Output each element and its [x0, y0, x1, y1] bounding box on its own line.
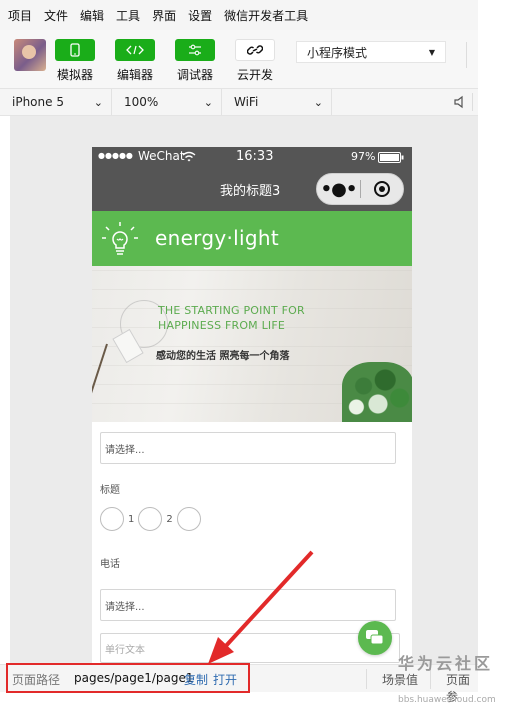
title-label: 标题 — [100, 485, 120, 496]
menu-view[interactable]: 界面 — [152, 7, 176, 24]
text-input[interactable]: 单行文本 — [100, 633, 400, 663]
signal-icon: ●●●●● — [98, 151, 133, 160]
battery-icon — [378, 152, 404, 163]
chat-icon — [366, 630, 384, 645]
nav-title: 我的标题3 — [220, 184, 281, 199]
chevron-down-icon: ⌄ — [203, 95, 213, 109]
chevron-down-icon: ⌄ — [93, 95, 103, 109]
menu-settings[interactable]: 设置 — [188, 7, 212, 24]
bottom-divider — [366, 669, 367, 689]
radio-option-1[interactable] — [100, 507, 124, 531]
cloud-dev-button[interactable]: 云开发 — [231, 39, 279, 83]
debugger-button[interactable]: 调试器 — [171, 39, 219, 83]
simulator-area: ●●●●● WeChat 16:33 97% 我的标题3 •●• energy·… — [10, 116, 478, 664]
editor-label: 编辑器 — [116, 68, 153, 82]
phone-nav-bar: 我的标题3 •●• — [92, 167, 412, 211]
status-time: 16:33 — [236, 149, 274, 164]
wifi-icon — [182, 151, 196, 162]
toolbar: 模拟器 编辑器 调试器 云开发 小程序模式 ▼ — [0, 30, 478, 88]
capsule-menu: •●• — [316, 173, 404, 205]
tagline-line-2: HAPPINESS FROM LIFE — [158, 319, 286, 332]
tagline-line-1: THE STARTING POINT FOR — [158, 304, 305, 317]
zoom-select[interactable]: 100% ⌄ — [112, 89, 222, 115]
cloud-dev-label: 云开发 — [236, 68, 273, 82]
window-margin — [478, 0, 518, 664]
select-field-2[interactable]: 请选择... — [100, 589, 396, 621]
lightbulb-icon — [102, 222, 138, 255]
code-icon — [115, 39, 155, 61]
debug-icon — [175, 39, 215, 61]
annotation-highlight-box — [6, 663, 250, 693]
phone-screen: ●●●●● WeChat 16:33 97% 我的标题3 •●• energy·… — [92, 147, 412, 664]
simulator-button[interactable]: 模拟器 — [51, 39, 99, 83]
device-bar-divider — [472, 93, 473, 111]
more-icon[interactable]: •●• — [317, 179, 360, 200]
editor-button[interactable]: 编辑器 — [111, 39, 159, 83]
form: 请选择... 标题 1 2 电话 请选择... — [92, 422, 412, 644]
brand-name: energy·light — [155, 226, 279, 250]
device-bar: iPhone 5 ⌄ 100% ⌄ WiFi ⌄ — [0, 88, 478, 116]
menu-bar: 项目 文件 编辑 工具 界面 设置 微信开发者工具 — [0, 0, 478, 30]
chat-fab[interactable] — [358, 621, 392, 655]
device-value: iPhone 5 — [12, 95, 64, 109]
hero-banner: THE STARTING POINT FOR HAPPINESS FROM LI… — [92, 266, 412, 422]
carrier-name: WeChat — [138, 149, 185, 163]
mode-value: 小程序模式 — [307, 45, 368, 60]
radio-label-2: 2 — [166, 513, 173, 525]
chevron-down-icon: ⌄ — [313, 95, 323, 109]
menu-file[interactable]: 文件 — [44, 7, 68, 24]
volume-icon[interactable] — [453, 95, 467, 109]
radio-option-3[interactable] — [176, 507, 201, 531]
phone-label: 电话 — [100, 559, 120, 570]
banner-subtitle: 感动您的生活 照亮每一个角落 — [156, 351, 290, 362]
battery-percent: 97% — [351, 150, 376, 163]
banner-tagline: THE STARTING POINT FOR HAPPINESS FROM LI… — [158, 303, 318, 333]
menu-devtools[interactable]: 微信开发者工具 — [224, 7, 308, 24]
brand-header: energy·light — [92, 211, 412, 266]
close-target-icon[interactable] — [361, 180, 403, 198]
select-field-1[interactable]: 请选择... — [100, 432, 396, 464]
phone-status-bar: ●●●●● WeChat 16:33 97% — [92, 147, 412, 167]
network-select[interactable]: WiFi ⌄ — [222, 89, 332, 115]
avatar[interactable] — [14, 39, 46, 71]
radio-group: 1 2 — [100, 507, 201, 531]
cloud-link-icon — [235, 39, 275, 61]
device-select[interactable]: iPhone 5 ⌄ — [0, 89, 112, 115]
phone-icon — [55, 39, 95, 61]
radio-label-1: 1 — [128, 513, 135, 525]
menu-tools[interactable]: 工具 — [116, 7, 140, 24]
debugger-label: 调试器 — [176, 68, 213, 82]
simulator-label: 模拟器 — [56, 68, 93, 82]
watermark-url: bbs.huaweicloud.com — [398, 695, 496, 705]
mode-select[interactable]: 小程序模式 ▼ — [296, 41, 446, 63]
toolbar-divider — [466, 42, 467, 68]
plant-image — [342, 362, 412, 422]
zoom-value: 100% — [124, 95, 159, 109]
menu-edit[interactable]: 编辑 — [80, 7, 104, 24]
radio-option-2[interactable] — [138, 507, 163, 531]
watermark-text: 华为云社区 — [398, 654, 494, 673]
caret-down-icon: ▼ — [428, 47, 435, 57]
menu-project[interactable]: 项目 — [8, 7, 32, 24]
network-value: WiFi — [234, 95, 259, 109]
